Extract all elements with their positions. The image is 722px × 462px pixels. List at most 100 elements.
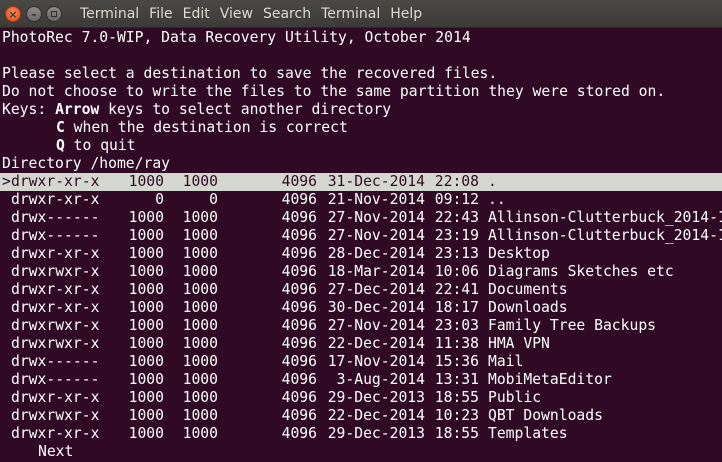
row-time: 10:06 xyxy=(434,263,479,280)
row-uid: 0 xyxy=(155,191,164,208)
row-size: 4096 xyxy=(281,371,317,388)
directory-row[interactable]: >drwxr-xr-x 1000 1000 4096 31-Dec-2014 22:08. xyxy=(0,173,722,191)
directory-row[interactable]: drwxrwxr-x 1000 1000 4096 22-Dec-2014 10:23 QB… xyxy=(0,407,722,425)
menu-file[interactable]: File xyxy=(147,6,174,22)
row-permissions: drwx------ xyxy=(11,227,100,244)
menu-search[interactable]: Search xyxy=(261,6,313,22)
row-permissions: drwxrwxr-x xyxy=(11,317,100,334)
row-time: 18:55 xyxy=(434,389,479,406)
prompt-line-1: Please select a destination to save the … xyxy=(2,65,498,82)
directory-row[interactable]: drwxr-xr-x 1000 1000 4096 30-Dec-2014 18:17 Do… xyxy=(0,299,722,317)
directory-row[interactable]: drwxr-xr-x 1000 1000 4096 29-Dec-2013 18:55 Pu… xyxy=(0,389,722,407)
row-uid: 1000 xyxy=(128,263,164,280)
row-name: MobiMetaEditor xyxy=(488,371,612,388)
row-gid: 1000 xyxy=(182,263,218,280)
row-date: 29-Dec-2013 xyxy=(327,389,425,406)
row-gid: 1000 xyxy=(182,173,218,190)
row-name: Templates xyxy=(488,425,568,442)
directory-row[interactable]: drwxr-xr-x 1000 1000 4096 28-Dec-2014 23:13 De… xyxy=(0,245,722,263)
program-title: PhotoRec 7.0-WIP, Data Recovery Utility,… xyxy=(2,29,471,46)
row-name: .. xyxy=(488,191,506,208)
next-page-option[interactable]: Next xyxy=(38,443,73,460)
menu-view[interactable]: View xyxy=(218,6,255,22)
directory-row[interactable]: drwx------ 1000 1000 4096 3-Aug-2014 13:31 Mob… xyxy=(0,371,722,389)
row-cursor xyxy=(2,407,11,425)
directory-row[interactable]: drwxr-xr-x 0 0 4096 21-Nov-2014 09:12.. xyxy=(0,191,722,209)
close-icon[interactable]: × xyxy=(5,6,21,22)
row-time: 18:55 xyxy=(434,425,479,442)
directory-row[interactable]: drwx------ 1000 1000 4096 17-Nov-2014 15:36 Ma… xyxy=(0,353,722,371)
row-date: 28-Dec-2014 xyxy=(327,245,425,262)
row-size: 4096 xyxy=(281,299,317,316)
row-uid: 1000 xyxy=(128,281,164,298)
row-size: 4096 xyxy=(281,245,317,262)
row-permissions: drwxr-xr-x xyxy=(11,389,100,406)
row-date: 31-Dec-2014 xyxy=(327,173,425,190)
directory-row[interactable]: drwx------ 1000 1000 4096 27-Nov-2014 22:43 Al… xyxy=(0,209,722,227)
menu-terminal-title[interactable]: Terminal xyxy=(78,6,141,22)
row-uid: 1000 xyxy=(128,173,164,190)
row-date: 30-Dec-2014 xyxy=(327,299,425,316)
row-date: 27-Nov-2014 xyxy=(327,209,425,226)
row-uid: 1000 xyxy=(128,335,164,352)
row-name: Desktop xyxy=(488,245,550,262)
row-date: 3-Aug-2014 xyxy=(336,371,425,388)
next-page-line: Next xyxy=(0,443,722,461)
row-name: Allinson-Clutterbuck_2014-11 xyxy=(488,227,722,244)
row-size: 4096 xyxy=(281,407,317,424)
row-permissions: drwxrwxr-x xyxy=(11,407,100,424)
directory-row[interactable]: drwxr-xr-x 1000 1000 4096 29-Dec-2013 18:55 Te… xyxy=(0,425,722,443)
row-time: 11:38 xyxy=(434,335,479,352)
row-time: 22:43 xyxy=(434,209,479,226)
row-time: 15:36 xyxy=(434,353,479,370)
row-size: 4096 xyxy=(281,227,317,244)
directory-row[interactable]: drwxrwxr-x 1000 1000 4096 18-Mar-2014 10:06 Di… xyxy=(0,263,722,281)
row-permissions: drwxr-xr-x xyxy=(11,425,100,442)
row-size: 4096 xyxy=(281,191,317,208)
row-size: 4096 xyxy=(281,317,317,334)
menu-help[interactable]: Help xyxy=(388,6,424,22)
directory-row[interactable]: drwx------ 1000 1000 4096 27-Nov-2014 23:19 Al… xyxy=(0,227,722,245)
keys-line-1: Keys: Arrow keys to select another direc… xyxy=(0,101,722,119)
row-name: Mail xyxy=(488,353,524,370)
row-gid: 1000 xyxy=(182,407,218,424)
row-cursor xyxy=(2,299,11,317)
row-size: 4096 xyxy=(281,173,317,190)
row-cursor xyxy=(2,263,11,281)
directory-row[interactable]: drwxrwxr-x 1000 1000 4096 27-Nov-2014 23:03 Fa… xyxy=(0,317,722,335)
directory-row[interactable]: drwxr-xr-x 1000 1000 4096 27-Dec-2014 22:41 Do… xyxy=(0,281,722,299)
key-c-desc: when the destination is correct xyxy=(64,119,348,136)
row-date: 27-Nov-2014 xyxy=(327,227,425,244)
terminal-output[interactable]: PhotoRec 7.0-WIP, Data Recovery Utility,… xyxy=(0,29,722,462)
row-time: 09:12 xyxy=(434,191,479,208)
directory-row[interactable]: drwxrwxr-x 1000 1000 4096 22-Dec-2014 11:38 HM… xyxy=(0,335,722,353)
row-name: Diagrams Sketches etc xyxy=(488,263,674,280)
row-gid: 1000 xyxy=(182,389,218,406)
row-gid: 1000 xyxy=(182,245,218,262)
row-date: 18-Mar-2014 xyxy=(327,263,425,280)
row-permissions: drwx------ xyxy=(11,209,100,226)
row-cursor xyxy=(2,335,11,353)
row-uid: 1000 xyxy=(128,389,164,406)
row-uid: 1000 xyxy=(128,425,164,442)
row-name: Downloads xyxy=(488,299,568,316)
row-permissions: drwxr-xr-x xyxy=(11,173,100,190)
row-permissions: drwxr-xr-x xyxy=(11,245,100,262)
row-name: Public xyxy=(488,389,542,406)
keys-line-3: Q to quit xyxy=(0,137,722,155)
row-cursor xyxy=(2,191,11,209)
row-time: 23:03 xyxy=(434,317,479,334)
minimize-icon[interactable]: – xyxy=(26,6,42,22)
row-date: 22-Dec-2014 xyxy=(327,335,425,352)
menu-terminal[interactable]: Terminal xyxy=(319,6,382,22)
row-gid: 1000 xyxy=(182,317,218,334)
maximize-icon[interactable] xyxy=(46,6,62,22)
row-size: 4096 xyxy=(281,209,317,226)
row-gid: 1000 xyxy=(182,281,218,298)
row-permissions: drwxr-xr-x xyxy=(11,299,100,316)
menu-edit[interactable]: Edit xyxy=(181,6,212,22)
row-uid: 1000 xyxy=(128,209,164,226)
row-uid: 1000 xyxy=(128,317,164,334)
key-q: Q xyxy=(56,137,65,154)
